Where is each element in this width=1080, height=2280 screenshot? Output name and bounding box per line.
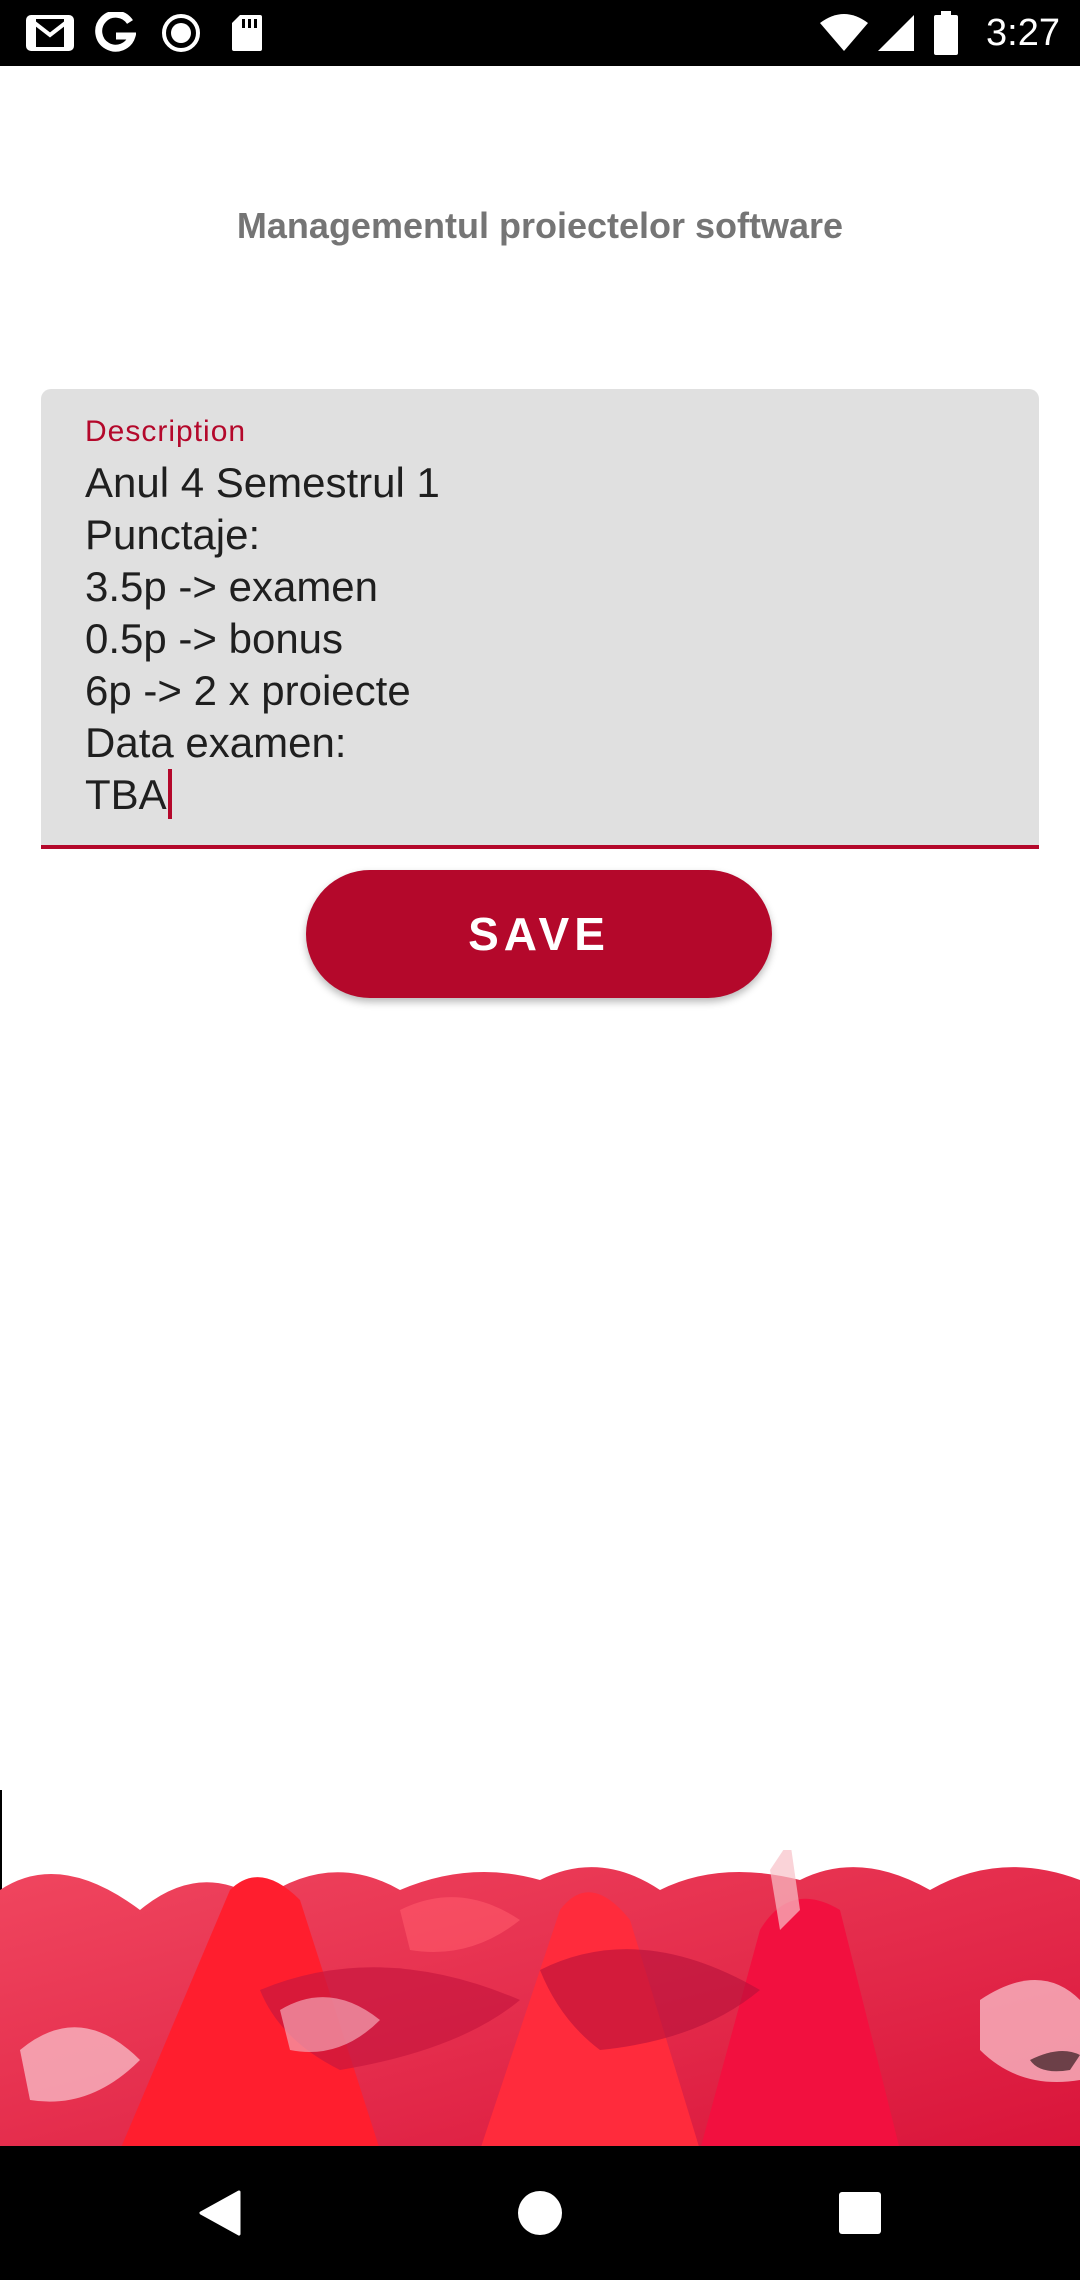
sd-card-icon bbox=[230, 0, 264, 66]
description-line: Anul 4 Semestrul 1 bbox=[85, 459, 440, 506]
page-title: Managementul proiectelor software bbox=[236, 205, 844, 246]
description-line: 0.5p -> bonus bbox=[85, 615, 344, 662]
save-button[interactable]: SAVE bbox=[306, 870, 772, 998]
recents-icon[interactable] bbox=[800, 2146, 920, 2280]
home-icon[interactable] bbox=[480, 2146, 600, 2280]
record-icon bbox=[160, 0, 202, 66]
description-field[interactable]: Description Anul 4 Semestrul 1 Punctaje:… bbox=[41, 389, 1039, 849]
description-line-text: TBA bbox=[85, 771, 167, 818]
signal-icon bbox=[876, 0, 916, 66]
status-time: 3:27 bbox=[986, 12, 1060, 54]
wifi-icon bbox=[818, 0, 870, 66]
battery-icon bbox=[934, 0, 958, 66]
description-text[interactable]: Anul 4 Semestrul 1 Punctaje: 3.5p -> exa… bbox=[85, 457, 985, 821]
google-icon bbox=[94, 0, 136, 66]
paint-strokes-illustration bbox=[0, 1850, 1080, 2150]
navigation-bar bbox=[0, 2146, 1080, 2280]
gmail-icon bbox=[26, 0, 74, 66]
description-line: 3.5p -> examen bbox=[85, 563, 379, 610]
description-last-line: TBA bbox=[85, 769, 985, 821]
back-icon[interactable] bbox=[160, 2146, 280, 2280]
description-line: 6p -> 2 x proiecte bbox=[85, 667, 411, 714]
description-label: Description bbox=[85, 415, 247, 448]
description-line: Data examen: bbox=[85, 719, 347, 766]
text-cursor bbox=[167, 769, 172, 819]
description-line: Punctaje: bbox=[85, 511, 261, 558]
status-bar: 3:27 bbox=[0, 0, 1080, 66]
